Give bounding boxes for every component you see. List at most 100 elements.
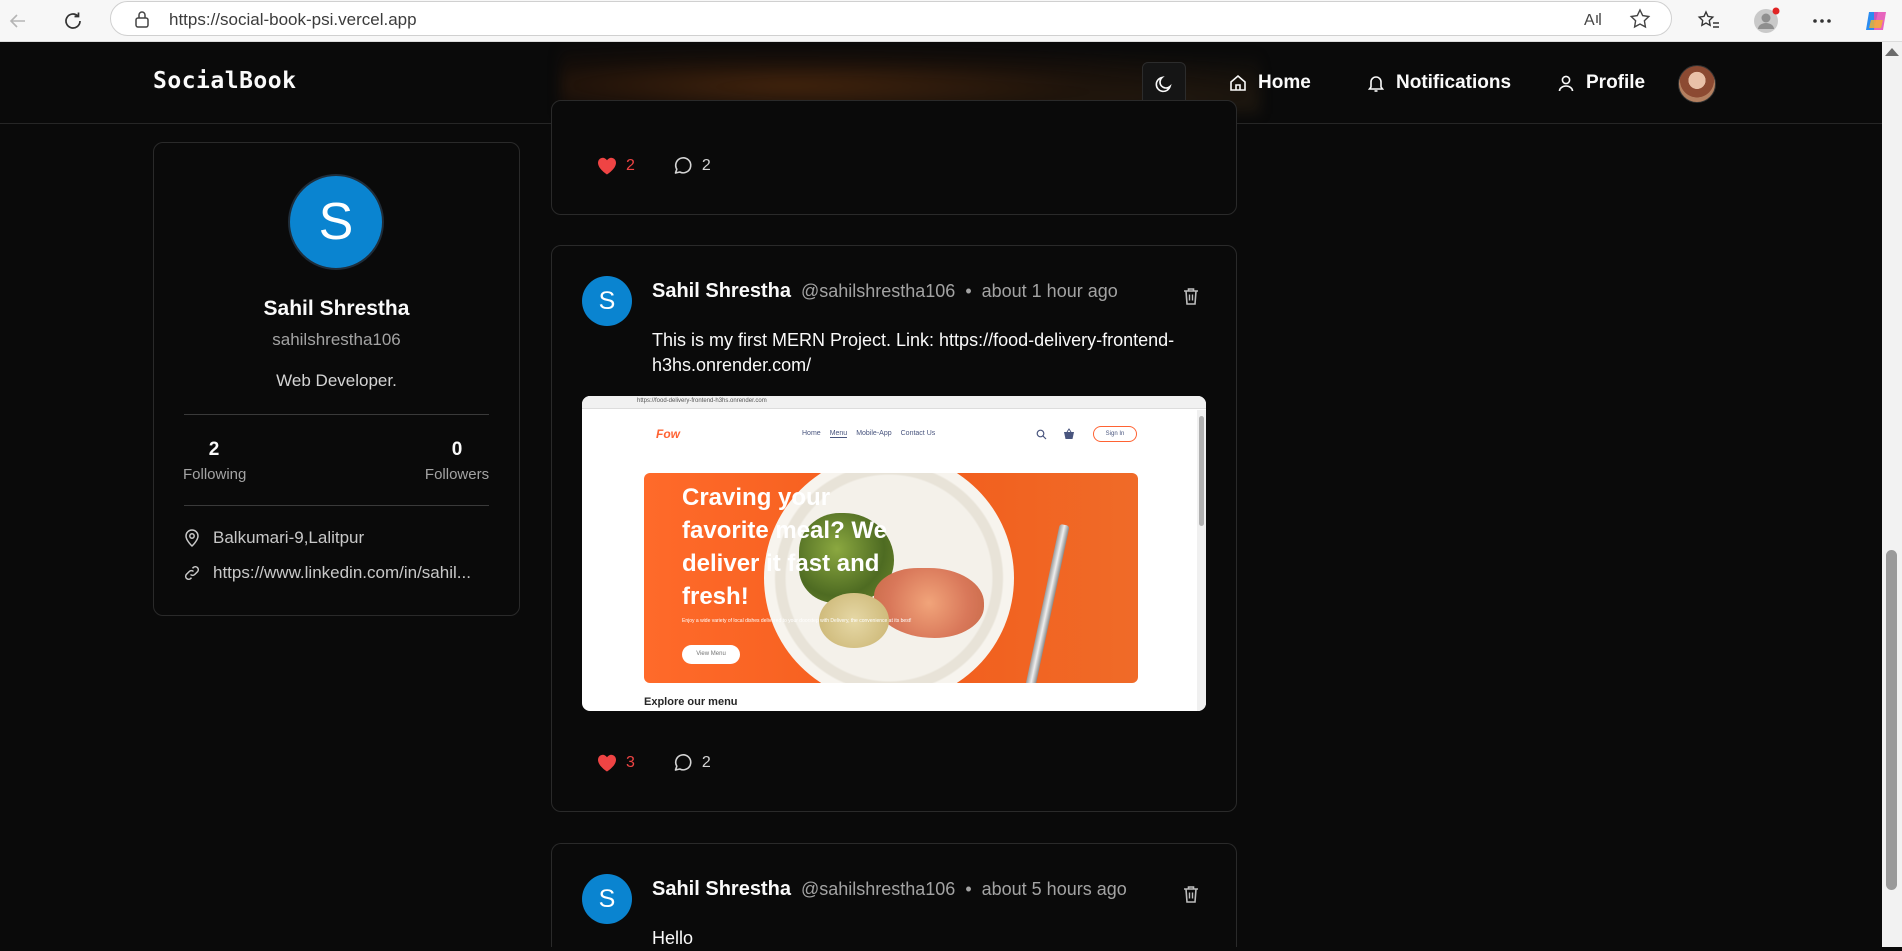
post-actions: 3 2 <box>596 753 711 773</box>
separator-dot: • <box>965 879 972 899</box>
nav-notifications-label: Notifications <box>1396 72 1512 93</box>
profile-location: Balkumari-9,Lalitpur <box>183 528 364 548</box>
nav-home-link[interactable]: Home <box>1228 72 1311 94</box>
post-header: Sahil Shrestha @sahilshrestha106 • about… <box>652 280 1118 303</box>
like-count: 2 <box>626 157 635 174</box>
post-author-handle[interactable]: @sahilshrestha106 <box>801 879 955 900</box>
bell-icon <box>1367 76 1385 92</box>
svg-text:A: A <box>1584 12 1595 29</box>
heart-filled-icon <box>597 754 617 772</box>
home-icon <box>1230 74 1246 91</box>
address-bar[interactable]: https://social-book-psi.vercel.app A <box>110 1 1672 36</box>
image-search-icon <box>1036 429 1047 440</box>
location-text: Balkumari-9,Lalitpur <box>213 528 365 547</box>
profile-avatar[interactable]: S <box>288 174 384 270</box>
image-signin-button: Sign In <box>1093 426 1137 442</box>
image-hero-title: Craving your favorite meal? We deliver i… <box>682 484 887 610</box>
image-site-menu: Home Menu Mobile-App Contact Us <box>802 430 935 438</box>
lock-icon[interactable] <box>129 6 155 32</box>
following-label: Following <box>183 466 247 483</box>
copilot-icon <box>1866 12 1886 30</box>
image-view-menu-button: View Menu <box>682 645 740 664</box>
following-count: 2 <box>208 439 220 460</box>
scrollbar-thumb[interactable] <box>1886 550 1897 890</box>
image-basket-icon <box>1064 428 1074 439</box>
nav-notifications-link[interactable]: Notifications <box>1366 72 1511 94</box>
image-scrollbar-thumb <box>1199 416 1204 526</box>
like-count: 3 <box>626 754 635 771</box>
map-pin-icon <box>185 529 199 548</box>
nav-profile-link[interactable]: Profile <box>1556 72 1645 94</box>
comment-button[interactable]: 2 <box>673 753 711 773</box>
user-avatar-menu[interactable] <box>1678 65 1716 103</box>
favorites-list-icon <box>1697 10 1719 28</box>
comment-count: 2 <box>701 754 711 771</box>
nav-home-label: Home <box>1258 72 1311 93</box>
post-card: S Sahil Shrestha @sahilshrestha106 • abo… <box>551 245 1237 812</box>
image-url: https://food-delivery-frontend-h3hs.onre… <box>637 398 767 404</box>
like-button[interactable]: 3 <box>596 753 635 773</box>
reload-button[interactable] <box>57 5 89 37</box>
profile-website[interactable]: https://www.linkedin.com/in/sahil... <box>183 563 471 583</box>
nav-profile-label: Profile <box>1586 72 1646 93</box>
post-actions: 2 2 <box>596 156 711 176</box>
copilot-button[interactable] <box>1860 5 1892 37</box>
divider <box>184 414 489 415</box>
favorite-star-icon[interactable] <box>1627 6 1653 32</box>
trash-icon <box>1184 886 1198 903</box>
image-site-logo: Fow <box>656 427 680 441</box>
comment-icon <box>674 754 692 771</box>
following-stat[interactable]: 2 Following <box>183 439 247 483</box>
delete-post-button[interactable] <box>1182 884 1200 909</box>
image-menu-item: Mobile-App <box>856 430 892 437</box>
like-button[interactable]: 2 <box>596 156 635 176</box>
read-aloud-icon[interactable]: A <box>1581 6 1607 32</box>
moon-icon <box>1155 76 1172 93</box>
reload-icon <box>65 12 81 29</box>
divider <box>184 505 489 506</box>
profile-button[interactable] <box>1751 5 1783 37</box>
trash-icon <box>1184 288 1198 305</box>
post-author-name[interactable]: Sahil Shrestha <box>652 878 791 901</box>
post-author-name[interactable]: Sahil Shrestha <box>652 280 791 303</box>
ellipsis-icon <box>1813 19 1831 23</box>
post-avatar-letter: S <box>598 286 616 315</box>
heart-filled-icon <box>597 157 617 175</box>
followers-label: Followers <box>424 466 490 483</box>
comment-button[interactable]: 2 <box>673 156 711 176</box>
image-hero-subtitle: Enjoy a wide variety of local dishes del… <box>682 618 912 624</box>
post-avatar-letter: S <box>598 884 616 913</box>
more-options-button[interactable] <box>1806 5 1838 37</box>
post-content: This is my first MERN Project. Link: htt… <box>652 330 1175 375</box>
post-author-avatar[interactable]: S <box>582 874 632 924</box>
user-avatar-icon <box>1754 7 1780 33</box>
profile-username: sahilshrestha106 <box>272 330 401 349</box>
image-menu-item: Home <box>802 430 821 437</box>
separator-dot: • <box>965 281 972 301</box>
followers-stat[interactable]: 0 Followers <box>424 439 490 483</box>
user-icon <box>1558 75 1574 92</box>
post-timestamp: about 5 hours ago <box>981 879 1127 899</box>
profile-name: Sahil Shrestha <box>263 297 410 320</box>
link-icon <box>184 565 200 581</box>
fork-illustration <box>1024 523 1070 683</box>
image-browser-bar: https://food-delivery-frontend-h3hs.onre… <box>582 396 1206 409</box>
profile-card: S Sahil Shrestha sahilshrestha106 Web De… <box>153 142 520 616</box>
image-hero-banner: Craving your favorite meal? We deliver i… <box>644 473 1138 683</box>
delete-post-button[interactable] <box>1182 286 1200 311</box>
post-card: 2 2 <box>551 100 1237 215</box>
favorites-button[interactable] <box>1693 5 1725 37</box>
browser-toolbar: https://social-book-psi.vercel.app A <box>0 0 1902 42</box>
brand-logo[interactable]: SocialBook <box>153 68 296 94</box>
website-link[interactable]: https://www.linkedin.com/in/sahil... <box>213 563 471 583</box>
post-author-handle[interactable]: @sahilshrestha106 <box>801 281 955 302</box>
post-author-avatar[interactable]: S <box>582 276 632 326</box>
comment-icon <box>674 157 692 174</box>
back-button[interactable] <box>2 5 34 37</box>
url-text[interactable]: https://social-book-psi.vercel.app <box>169 10 417 30</box>
profile-bio: Web Developer. <box>276 371 397 390</box>
post-image[interactable]: https://food-delivery-frontend-h3hs.onre… <box>582 396 1206 711</box>
back-arrow-icon <box>9 14 25 28</box>
profile-avatar-letter: S <box>318 193 354 251</box>
scroll-up-arrow-icon[interactable] <box>1885 48 1899 56</box>
